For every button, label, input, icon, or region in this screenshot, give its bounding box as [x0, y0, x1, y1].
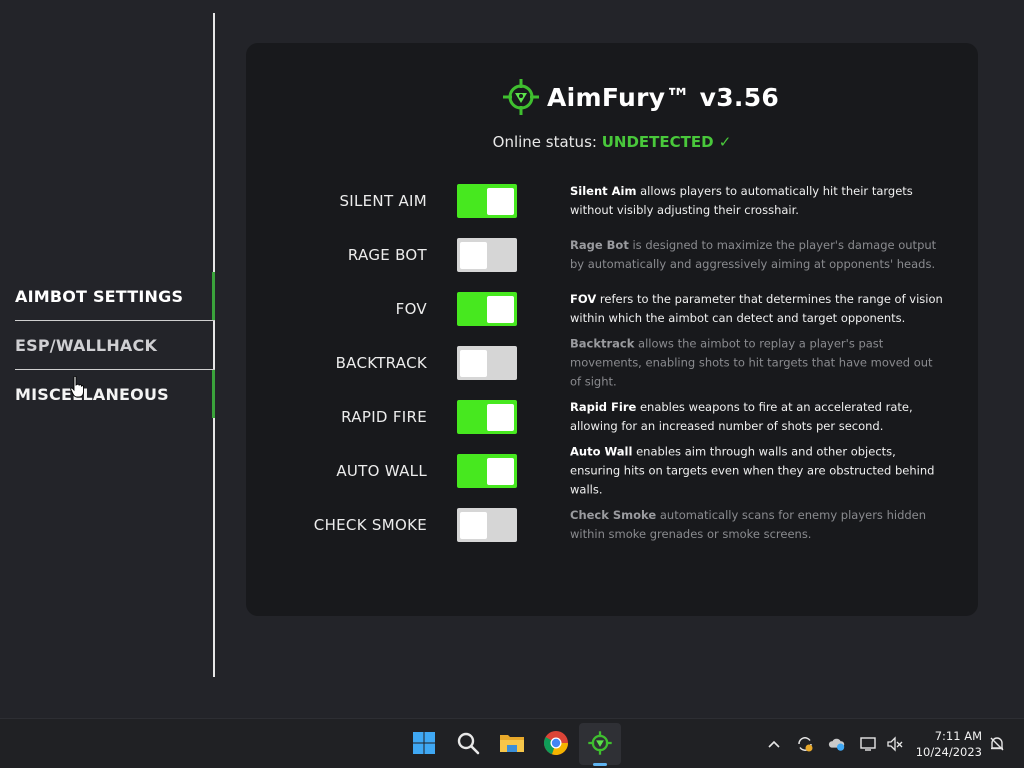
toggle-knob: [460, 512, 487, 539]
setting-name: Check Smoke: [570, 508, 657, 522]
toggle-knob: [487, 296, 514, 323]
nav-indicator: [212, 370, 215, 418]
start-icon[interactable]: [408, 727, 440, 759]
toggle-switch[interactable]: [457, 184, 517, 218]
toggle-knob: [487, 404, 514, 431]
nav-item-label: MISCELLANEOUS: [15, 384, 169, 404]
running-indicator: [593, 763, 607, 766]
setting-description: Silent Aim allows players to automatical…: [570, 182, 945, 220]
status-badge: UNDETECTED ✓: [601, 133, 732, 151]
setting-name: FOV: [570, 292, 597, 306]
nav-item-aimbot-settings[interactable]: AIMBOT SETTINGS: [0, 272, 215, 320]
setting-description: Backtrack allows the aimbot to replay a …: [570, 335, 945, 392]
toggle-switch[interactable]: [457, 400, 517, 434]
toggle-knob: [487, 458, 514, 485]
setting-description: Rage Bot is designed to maximize the pla…: [570, 236, 945, 274]
toggle-knob: [487, 188, 514, 215]
toggle-switch[interactable]: [457, 238, 517, 272]
nav-item-label: ESP/WALLHACK: [15, 335, 158, 355]
setting-name: Rapid Fire: [570, 400, 637, 414]
clock-date: 10/24/2023: [915, 745, 982, 759]
search-icon[interactable]: [452, 727, 484, 759]
app-window: AIMBOT SETTINGS ESP/WALLHACK MISCELLANEO…: [0, 0, 1024, 718]
toggle-switch[interactable]: [457, 292, 517, 326]
network-icon[interactable]: [860, 735, 878, 753]
setting-row: RAPID FIRE Rapid Fire enables weapons to …: [246, 392, 978, 442]
chrome-icon[interactable]: [540, 727, 572, 759]
setting-description: Auto Wall enables aim through walls and …: [570, 443, 945, 500]
brand-header: AimFury™ v3.56: [501, 77, 779, 117]
cloud-icon[interactable]: [828, 735, 846, 753]
toggle-switch[interactable]: [457, 346, 517, 380]
hand-cursor-icon: [70, 376, 84, 398]
setting-name: Backtrack: [570, 336, 635, 351]
setting-row: RAGE BOT Rage Bot is designed to maximize…: [246, 230, 978, 280]
clock-time: 7:11 AM: [934, 729, 982, 743]
settings-panel: AimFury™ v3.56 Online status: UNDETECTED…: [246, 43, 978, 616]
nav-item-label: AIMBOT SETTINGS: [15, 286, 184, 306]
nav-active-indicator: [212, 272, 215, 320]
setting-description: Rapid Fire enables weapons to fire at an…: [570, 398, 945, 436]
setting-label: CHECK SMOKE: [313, 516, 427, 534]
sync-icon[interactable]: [796, 735, 814, 753]
file-explorer-icon[interactable]: [496, 727, 528, 759]
volume-muted-icon[interactable]: [886, 735, 904, 753]
nav-item-esp-wallhack[interactable]: ESP/WALLHACK: [0, 321, 215, 369]
setting-row: CHECK SMOKE Check Smoke automatically sca…: [246, 500, 978, 550]
setting-label: RAPID FIRE: [341, 408, 427, 426]
toggle-knob: [460, 242, 487, 269]
app-title: AimFury™ v3.56: [547, 82, 780, 112]
toggle-switch[interactable]: [457, 454, 517, 488]
status-label: Online status:: [492, 133, 597, 151]
notification-icon[interactable]: [988, 735, 1006, 753]
taskbar: 7:11 AM 10/24/2023: [0, 718, 1024, 768]
setting-description: FOV refers to the parameter that determi…: [570, 290, 945, 328]
setting-row: AUTO WALL Auto Wall enables aim through w…: [246, 445, 978, 497]
setting-row: FOV FOV refers to the parameter that dete…: [246, 284, 978, 334]
toggle-switch[interactable]: [457, 508, 517, 542]
setting-label: SILENT AIM: [339, 192, 427, 210]
setting-name: Rage Bot: [570, 238, 629, 252]
setting-label: BACKTRACK: [335, 354, 427, 372]
setting-description: Check Smoke automatically scans for enem…: [570, 506, 945, 544]
system-clock[interactable]: 7:11 AM 10/24/2023: [916, 728, 982, 760]
sidebar-nav: AIMBOT SETTINGS ESP/WALLHACK MISCELLANEO…: [0, 272, 215, 418]
nav-item-miscellaneous[interactable]: MISCELLANEOUS: [0, 370, 215, 418]
aimfury-icon[interactable]: [584, 727, 616, 759]
crosshair-logo-icon: [503, 79, 539, 115]
online-status: Online status: UNDETECTED ✓: [246, 133, 978, 151]
setting-row: SILENT AIM Silent Aim allows players to a…: [246, 176, 978, 226]
toggle-knob: [460, 350, 487, 377]
chevron-up-icon[interactable]: [765, 735, 783, 753]
setting-label: FOV: [395, 300, 427, 318]
setting-label: RAGE BOT: [347, 246, 427, 264]
setting-name: Silent Aim: [570, 184, 637, 198]
setting-name: Auto Wall: [570, 444, 633, 459]
setting-label: AUTO WALL: [336, 462, 427, 480]
setting-row: BACKTRACK Backtrack allows the aimbot to …: [246, 337, 978, 389]
setting-text: refers to the parameter that determines …: [570, 292, 943, 325]
